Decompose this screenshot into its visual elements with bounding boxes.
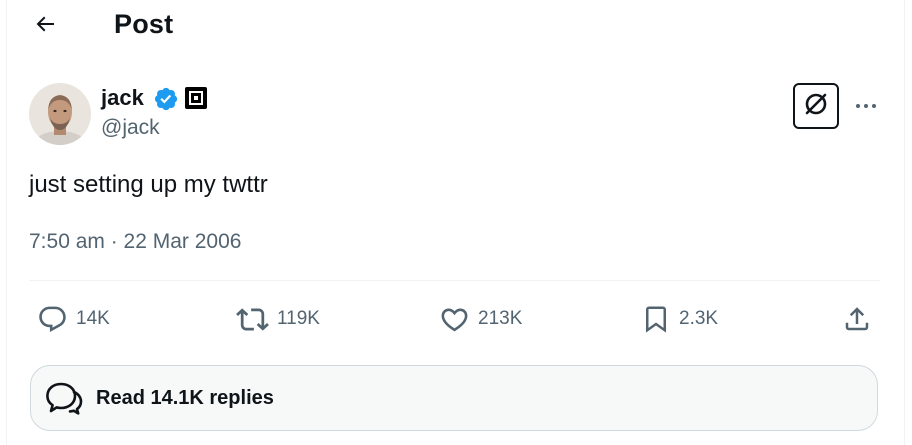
repost-icon bbox=[236, 303, 269, 336]
author-handle[interactable]: @jack bbox=[101, 116, 160, 140]
bookmark-button[interactable]: 2.3K bbox=[641, 302, 718, 336]
repost-button[interactable]: 119K bbox=[236, 302, 320, 336]
bookmark-icon bbox=[641, 304, 671, 334]
reply-button[interactable]: 14K bbox=[37, 302, 110, 336]
back-button[interactable] bbox=[26, 7, 64, 45]
grok-icon bbox=[801, 89, 831, 124]
like-icon bbox=[439, 304, 470, 335]
share-icon bbox=[842, 304, 872, 334]
more-icon bbox=[854, 97, 878, 115]
avatar[interactable] bbox=[29, 83, 91, 145]
share-button[interactable] bbox=[842, 302, 872, 336]
grok-button[interactable] bbox=[793, 83, 839, 129]
affiliate-badge-icon[interactable] bbox=[185, 87, 207, 109]
page-title: Post bbox=[114, 9, 174, 39]
like-count: 213K bbox=[478, 308, 523, 329]
more-options-button[interactable] bbox=[848, 90, 884, 122]
replies-icon bbox=[44, 378, 84, 418]
post-text: just setting up my twttr bbox=[29, 171, 268, 198]
reply-icon bbox=[37, 304, 68, 335]
read-replies-button[interactable]: Read 14.1K replies bbox=[30, 365, 878, 431]
header: Post bbox=[0, 0, 904, 53]
like-button[interactable]: 213K bbox=[439, 302, 522, 336]
verified-icon[interactable] bbox=[153, 86, 179, 112]
post-timestamp[interactable]: 7:50 am · 22 Mar 2006 bbox=[29, 230, 241, 254]
repost-count: 119K bbox=[277, 308, 320, 329]
divider bbox=[29, 280, 880, 281]
bookmark-count: 2.3K bbox=[679, 308, 719, 329]
frame-border-left bbox=[6, 0, 7, 445]
author-display-name[interactable]: jack bbox=[101, 85, 144, 111]
frame-border-right bbox=[904, 0, 905, 445]
reply-count: 14K bbox=[76, 308, 110, 329]
back-arrow-icon bbox=[33, 12, 57, 41]
read-replies-label: Read 14.1K replies bbox=[96, 386, 274, 409]
